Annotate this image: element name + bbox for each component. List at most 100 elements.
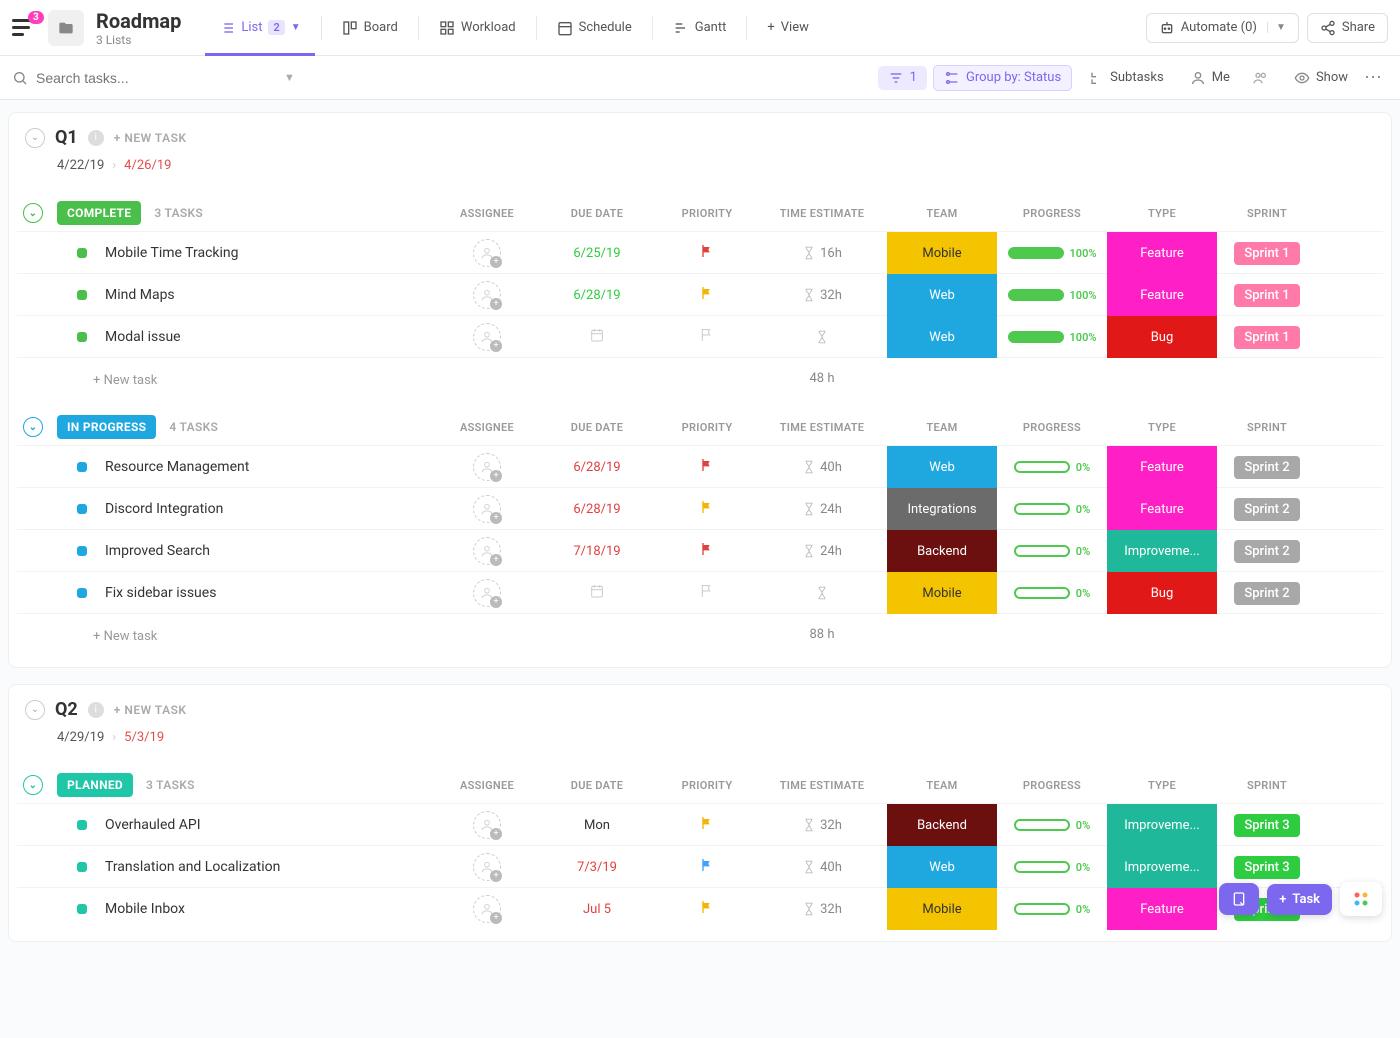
sprint-badge[interactable]: Sprint 2: [1234, 582, 1299, 605]
team-badge[interactable]: Integrations: [887, 488, 997, 530]
task-row[interactable]: Fix sidebar issues + Mobile 0% Bug Sprin…: [17, 571, 1383, 613]
collapse-list[interactable]: ⌄: [25, 128, 45, 148]
team-badge[interactable]: Web: [887, 846, 997, 888]
menu-toggle[interactable]: 3: [12, 19, 36, 37]
assignee-add[interactable]: +: [473, 579, 501, 607]
due-date[interactable]: 7/18/19: [537, 544, 657, 559]
column-header[interactable]: TYPE: [1107, 421, 1217, 434]
sprint-badge[interactable]: Sprint 3: [1234, 856, 1299, 879]
view-tab-list[interactable]: List 2 ▼: [205, 12, 314, 44]
filter-button[interactable]: 1: [878, 66, 927, 90]
column-header[interactable]: TYPE: [1107, 779, 1217, 792]
sprint-badge[interactable]: Sprint 2: [1234, 540, 1299, 563]
column-header[interactable]: PROGRESS: [997, 779, 1107, 792]
status-dot[interactable]: [77, 504, 87, 514]
due-date[interactable]: 6/28/19: [537, 502, 657, 517]
column-header[interactable]: SPRINT: [1217, 779, 1317, 792]
progress[interactable]: 0%: [997, 903, 1107, 916]
view-tab-board[interactable]: Board: [328, 12, 412, 44]
progress[interactable]: 0%: [997, 545, 1107, 558]
type-badge[interactable]: Feature: [1107, 274, 1217, 316]
task-row[interactable]: Improved Search + 7/18/19 24h Backend 0%…: [17, 529, 1383, 571]
team-badge[interactable]: Backend: [887, 530, 997, 572]
new-task-button[interactable]: + NEW TASK: [114, 703, 187, 717]
task-row[interactable]: Overhauled API + Mon 32h Backend 0% Impr…: [17, 803, 1383, 845]
assignee-add[interactable]: +: [473, 811, 501, 839]
info-icon[interactable]: i: [88, 130, 104, 146]
fab-note[interactable]: [1219, 883, 1259, 915]
groupby-button[interactable]: Group by: Status: [933, 65, 1072, 91]
due-date[interactable]: 6/28/19: [537, 288, 657, 303]
automate-button[interactable]: Automate (0) ▼: [1146, 13, 1299, 43]
info-icon[interactable]: i: [88, 702, 104, 718]
new-task-button[interactable]: + NEW TASK: [114, 131, 187, 145]
priority-flag[interactable]: [657, 583, 757, 603]
priority-flag[interactable]: [657, 815, 757, 835]
team-badge[interactable]: Web: [887, 274, 997, 316]
column-header[interactable]: ASSIGNEE: [437, 779, 537, 792]
list-dates[interactable]: 4/22/19 › 4/26/19: [9, 152, 1391, 185]
type-badge[interactable]: Bug: [1107, 316, 1217, 358]
list-title[interactable]: Q2: [55, 699, 78, 720]
sprint-badge[interactable]: Sprint 1: [1234, 284, 1299, 307]
assignee-add[interactable]: +: [473, 853, 501, 881]
new-task-inline[interactable]: + New task: [57, 619, 437, 650]
share-button[interactable]: Share: [1307, 13, 1388, 43]
column-header[interactable]: TIME ESTIMATE: [757, 421, 887, 434]
progress[interactable]: 0%: [997, 503, 1107, 516]
search-input[interactable]: [36, 70, 236, 86]
task-row[interactable]: Modal issue + Web 100% Bug Sprint 1: [17, 315, 1383, 357]
priority-flag[interactable]: [657, 541, 757, 561]
priority-flag[interactable]: [657, 327, 757, 347]
time-estimate[interactable]: 32h: [757, 818, 887, 833]
column-header[interactable]: PRIORITY: [657, 779, 757, 792]
status-dot[interactable]: [77, 862, 87, 872]
search-chevron[interactable]: ▼: [284, 71, 295, 84]
column-header[interactable]: DUE DATE: [537, 779, 657, 792]
task-row[interactable]: Translation and Localization + 7/3/19 40…: [17, 845, 1383, 887]
collapse-group[interactable]: ⌄: [23, 775, 43, 795]
column-header[interactable]: TEAM: [887, 779, 997, 792]
page-title[interactable]: Roadmap: [96, 9, 181, 33]
type-badge[interactable]: Bug: [1107, 572, 1217, 614]
time-estimate[interactable]: 32h: [757, 902, 887, 917]
assignee-add[interactable]: +: [473, 495, 501, 523]
view-tab-add[interactable]: + View: [753, 12, 823, 43]
type-badge[interactable]: Improveme...: [1107, 804, 1217, 846]
column-header[interactable]: ASSIGNEE: [437, 421, 537, 434]
column-header[interactable]: SPRINT: [1217, 421, 1317, 434]
priority-flag[interactable]: [657, 857, 757, 877]
team-badge[interactable]: Mobile: [887, 572, 997, 614]
task-name[interactable]: Discord Integration: [97, 501, 223, 517]
team-badge[interactable]: Mobile: [887, 232, 997, 274]
collapse-group[interactable]: ⌄: [23, 417, 43, 437]
sprint-badge[interactable]: Sprint 1: [1234, 242, 1299, 265]
team-badge[interactable]: Backend: [887, 804, 997, 846]
status-pill[interactable]: PLANNED: [57, 773, 133, 797]
due-date[interactable]: [537, 327, 657, 347]
column-header[interactable]: PRIORITY: [657, 421, 757, 434]
status-dot[interactable]: [77, 588, 87, 598]
folder-icon[interactable]: [48, 10, 84, 46]
subtasks-button[interactable]: Subtasks: [1078, 66, 1174, 90]
column-header[interactable]: PROGRESS: [997, 207, 1107, 220]
view-tab-workload[interactable]: Workload: [425, 12, 530, 44]
view-tab-schedule[interactable]: Schedule: [543, 12, 646, 44]
column-header[interactable]: TYPE: [1107, 207, 1217, 220]
priority-flag[interactable]: [657, 285, 757, 305]
task-name[interactable]: Translation and Localization: [97, 859, 280, 875]
time-estimate[interactable]: [757, 330, 887, 344]
time-estimate[interactable]: 24h: [757, 502, 887, 517]
column-header[interactable]: DUE DATE: [537, 421, 657, 434]
task-name[interactable]: Improved Search: [97, 543, 210, 559]
column-header[interactable]: TIME ESTIMATE: [757, 779, 887, 792]
task-row[interactable]: Discord Integration + 6/28/19 24h Integr…: [17, 487, 1383, 529]
fab-apps[interactable]: [1340, 882, 1382, 916]
progress[interactable]: 100%: [997, 331, 1107, 344]
status-dot[interactable]: [77, 820, 87, 830]
list-dates[interactable]: 4/29/19 › 5/3/19: [9, 724, 1391, 757]
column-header[interactable]: TEAM: [887, 207, 997, 220]
type-badge[interactable]: Feature: [1107, 232, 1217, 274]
team-badge[interactable]: Mobile: [887, 888, 997, 930]
task-name[interactable]: Mobile Inbox: [97, 901, 185, 917]
